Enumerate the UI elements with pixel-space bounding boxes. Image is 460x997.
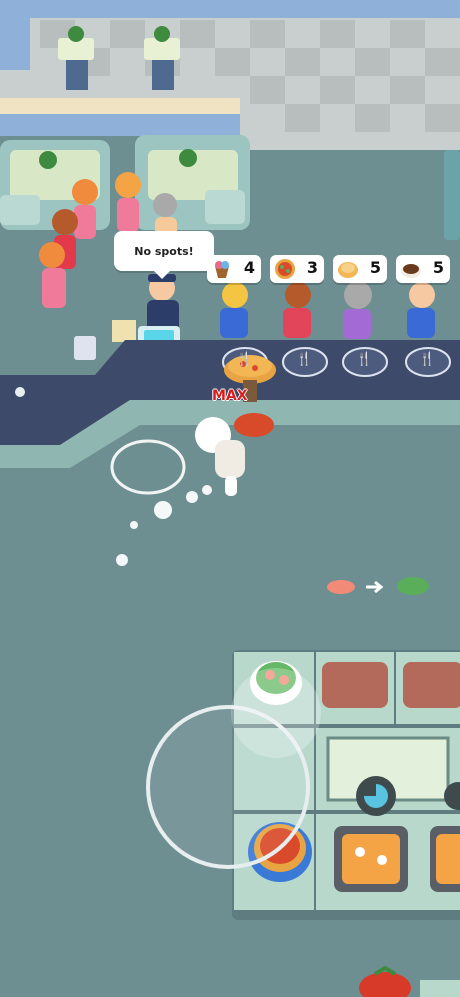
coffee-cup-icon [401,264,421,278]
pizza-icon [275,259,295,279]
dining-table-right [135,135,250,230]
ice-cream-cup-icon [215,261,229,278]
game-scene [0,0,460,997]
order-badge: 5 [333,255,387,283]
order-badge: 4 [207,255,261,283]
pancake-icon [338,262,358,278]
order-badge: 5 [396,255,450,283]
order-count: 4 [243,258,255,277]
order-count: 3 [306,258,318,277]
fork-knife-icon: 🍴 [356,352,373,367]
speech-bubble-text: No spots! [134,244,194,258]
customer-speech-bubble: No spots! [114,231,214,279]
max-carry-label: MAX [212,388,248,404]
order-count: 5 [432,258,444,277]
order-badge: 3 [270,255,324,283]
fork-knife-icon: 🍴 [419,352,436,367]
fork-knife-icon: 🍴 [296,352,313,367]
order-count: 5 [369,258,381,277]
fork-knife-icon: 🍴 [236,352,253,367]
